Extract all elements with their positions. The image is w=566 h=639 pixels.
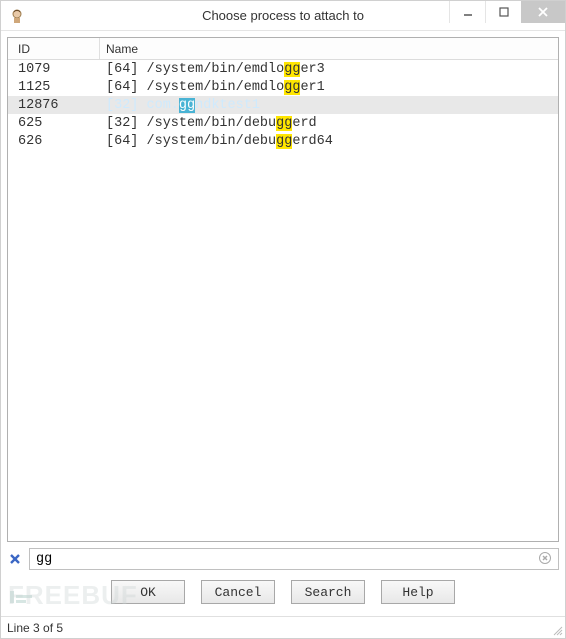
minimize-button[interactable] bbox=[449, 1, 485, 23]
cell-name: [64] /system/bin/emdlogger3 bbox=[100, 62, 558, 77]
table-row[interactable]: 1079[64] /system/bin/emdlogger3 bbox=[8, 60, 558, 78]
clear-search-icon[interactable] bbox=[537, 550, 553, 566]
highlight: gg bbox=[276, 134, 292, 149]
table-row[interactable]: 625[32] /system/bin/debuggerd bbox=[8, 114, 558, 132]
search-row bbox=[7, 546, 559, 570]
window-controls bbox=[449, 1, 565, 30]
search-input[interactable] bbox=[29, 548, 559, 570]
cancel-button[interactable]: Cancel bbox=[201, 580, 275, 604]
filter-icon bbox=[7, 551, 23, 567]
list-body[interactable]: 1079[64] /system/bin/emdlogger31125[64] … bbox=[8, 60, 558, 541]
cell-id: 1125 bbox=[8, 80, 100, 95]
highlight: gg bbox=[284, 62, 300, 77]
maximize-button[interactable] bbox=[485, 1, 521, 23]
resize-grip-icon[interactable] bbox=[551, 624, 563, 636]
cell-name: [64] /system/bin/debuggerd64 bbox=[100, 134, 558, 149]
title-bar: Choose process to attach to bbox=[1, 1, 565, 31]
list-header: ID Name bbox=[8, 38, 558, 60]
cell-id: 626 bbox=[8, 134, 100, 149]
cell-id: 625 bbox=[8, 116, 100, 131]
status-bar: Line 3 of 5 bbox=[1, 616, 565, 638]
button-row: OK Cancel Search Help bbox=[7, 574, 559, 610]
cell-name: [32] com.ggndktest1 bbox=[100, 98, 558, 113]
table-row[interactable]: 626[64] /system/bin/debuggerd64 bbox=[8, 132, 558, 150]
search-button[interactable]: Search bbox=[291, 580, 365, 604]
table-row[interactable]: 1125[64] /system/bin/emdlogger1 bbox=[8, 78, 558, 96]
help-button[interactable]: Help bbox=[381, 580, 455, 604]
content-area: ID Name 1079[64] /system/bin/emdlogger31… bbox=[1, 31, 565, 616]
cell-id: 12876 bbox=[8, 98, 100, 113]
cell-id: 1079 bbox=[8, 62, 100, 77]
column-header-name[interactable]: Name bbox=[100, 38, 558, 59]
highlight: gg bbox=[284, 80, 300, 95]
table-row[interactable]: 12876[32] com.ggndktest1 bbox=[8, 96, 558, 114]
ok-button[interactable]: OK bbox=[111, 580, 185, 604]
app-icon bbox=[9, 8, 25, 24]
column-header-id[interactable]: ID bbox=[8, 38, 100, 59]
highlight: gg bbox=[179, 98, 195, 113]
highlight: gg bbox=[276, 116, 292, 131]
cell-name: [64] /system/bin/emdlogger1 bbox=[100, 80, 558, 95]
status-text: Line 3 of 5 bbox=[7, 621, 63, 635]
process-list[interactable]: ID Name 1079[64] /system/bin/emdlogger31… bbox=[7, 37, 559, 542]
close-button[interactable] bbox=[521, 1, 565, 23]
cell-name: [32] /system/bin/debuggerd bbox=[100, 116, 558, 131]
